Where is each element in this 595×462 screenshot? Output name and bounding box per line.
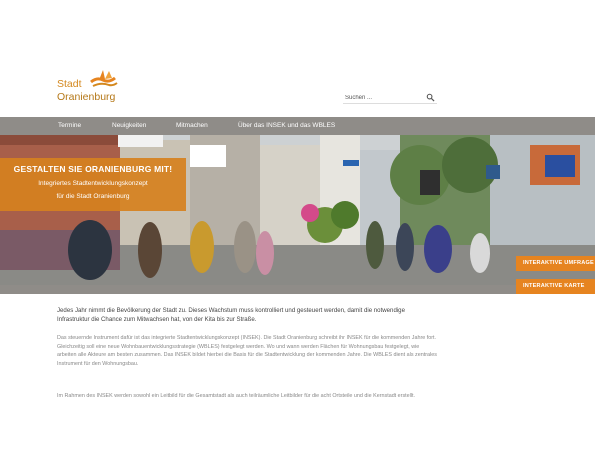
lead-paragraph: Jedes Jahr nimmt die Bevölkerung der Sta… xyxy=(57,307,405,323)
nav-item-mitmachen[interactable]: Mitmachen xyxy=(176,117,208,135)
body-paragraph-2: Im Rahmen des INSEK werden sowohl ein Le… xyxy=(57,393,416,399)
hero-subtitle-line2: für die Stadt Oranienburg xyxy=(56,193,130,200)
intro-text: Jedes Jahr nimmt die Bevölkerung der Sta… xyxy=(57,306,437,324)
nav-item-termine[interactable]: Termine xyxy=(58,117,81,135)
hero-subtitle-line1: Integriertes Stadtentwicklungskonzept xyxy=(38,180,148,187)
logo-text-line2: Oranienburg xyxy=(57,91,116,103)
body-text-2: Im Rahmen des INSEK werden sowohl ein Le… xyxy=(57,392,437,401)
hero-bottom-bar xyxy=(0,285,595,294)
body-paragraph-1: Das steuernde Instrument dafür ist das i… xyxy=(57,335,437,367)
hero-title: GESTALTEN SIE ORANIENBURG MIT! xyxy=(13,164,173,174)
ship-wave-logo-icon xyxy=(90,70,118,87)
interactive-survey-button[interactable]: INTERAKTIVE UMFRAGE xyxy=(516,256,595,271)
logo-text-line1: Stadt xyxy=(57,78,82,90)
site-logo[interactable]: Stadt Oranienburg xyxy=(57,68,127,106)
body-text-1: Das steuernde Instrument dafür ist das i… xyxy=(57,334,437,368)
hero-street-photo: GESTALTEN SIE ORANIENBURG MIT! Integrier… xyxy=(0,135,595,285)
hero-banner: GESTALTEN SIE ORANIENBURG MIT! Integrier… xyxy=(0,158,186,211)
nav-item-ueber-insek[interactable]: Über das INSEK und das WBLES xyxy=(238,117,335,135)
main-navigation: Termine Neuigkeiten Mitmachen Über das I… xyxy=(0,117,595,135)
search-input[interactable] xyxy=(343,92,427,103)
search-icon[interactable] xyxy=(426,93,435,102)
search-box xyxy=(343,92,437,104)
interactive-map-button[interactable]: INTERAKTIVE KARTE xyxy=(516,279,595,294)
nav-item-neuigkeiten[interactable]: Neuigkeiten xyxy=(112,117,146,135)
